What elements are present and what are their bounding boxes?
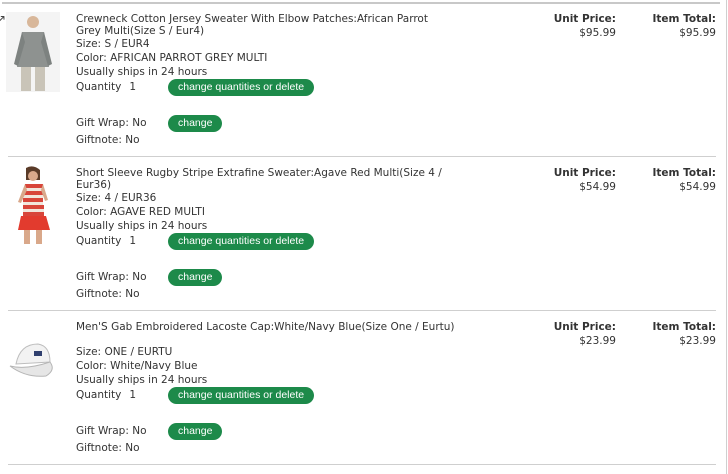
quantity-value: 1 (129, 235, 137, 247)
gift-wrap-label: Gift Wrap: (76, 271, 129, 283)
cart-item: Men'S Gab Embroidered Lacoste Cap:White/… (0, 312, 726, 466)
size-label: Size: (76, 346, 102, 358)
size-value: 4 / EUR36 (104, 192, 157, 204)
shipping-text: Usually ships in 24 hours (76, 374, 208, 386)
shipping-text: Usually ships in 24 hours (76, 66, 208, 78)
change-quantities-button[interactable]: change quantities or delete (168, 79, 315, 96)
change-gift-wrap-button[interactable]: change (168, 423, 223, 440)
item-total-header: Item Total: (652, 167, 716, 179)
unit-price-value: $95.99 (579, 27, 616, 39)
item-total-header: Item Total: (652, 13, 716, 25)
size-line: Size: S / EUR4 (76, 38, 150, 51)
quantity-value: 1 (129, 81, 137, 93)
item-divider (8, 156, 716, 157)
change-gift-wrap-button[interactable]: change (168, 269, 223, 286)
item-divider (8, 464, 716, 465)
giftnote-value: No (125, 288, 140, 300)
item-divider (8, 310, 716, 311)
unit-price-value: $23.99 (579, 335, 616, 347)
giftnote-line: Giftnote: No (76, 134, 140, 147)
item-total-value: $95.99 (679, 27, 716, 39)
size-label: Size: (76, 192, 102, 204)
quantity-label: Quantity (76, 81, 122, 93)
color-label: Color: (76, 52, 107, 64)
color-label: Color: (76, 206, 107, 218)
quantity-label: Quantity (76, 235, 122, 247)
item-total-value: $54.99 (679, 181, 716, 193)
giftnote-value: No (125, 442, 140, 454)
giftnote-label: Giftnote: (76, 288, 122, 300)
color-value: White/Navy Blue (110, 360, 198, 372)
product-image[interactable] (6, 166, 60, 246)
item-total-value: $23.99 (679, 335, 716, 347)
quantity-line: Quantity 1 (76, 389, 136, 402)
quantity-line: Quantity 1 (76, 235, 136, 248)
color-value: AFRICAN PARROT GREY MULTI (110, 52, 268, 64)
size-label: Size: (76, 38, 102, 50)
giftnote-label: Giftnote: (76, 442, 122, 454)
striped-sweater-image (6, 166, 60, 246)
change-quantities-button[interactable]: change quantities or delete (168, 387, 315, 404)
size-value: ONE / EURTU (104, 346, 173, 358)
color-label: Color: (76, 360, 107, 372)
gift-wrap-label: Gift Wrap: (76, 117, 129, 129)
size-line: Size: 4 / EUR36 (76, 192, 156, 205)
unit-price-value: $54.99 (579, 181, 616, 193)
product-title[interactable]: Men'S Gab Embroidered Lacoste Cap:White/… (76, 321, 456, 333)
gift-wrap-line: Gift Wrap: No (76, 425, 147, 438)
gift-wrap-line: Gift Wrap: No (76, 117, 147, 130)
quantity-line: Quantity 1 (76, 81, 136, 94)
size-value: S / EUR4 (104, 38, 150, 50)
gift-wrap-value: No (132, 425, 147, 437)
quantity-label: Quantity (76, 389, 122, 401)
quantity-value: 1 (129, 389, 137, 401)
color-line: Color: AFRICAN PARROT GREY MULTI (76, 52, 267, 65)
color-value: AGAVE RED MULTI (110, 206, 205, 218)
cart-items-panel: ↗ Crewneck Cotton Jersey Sweater With El… (0, 0, 727, 474)
item-total-header: Item Total: (652, 321, 716, 333)
gift-wrap-value: No (132, 271, 147, 283)
product-title[interactable]: Crewneck Cotton Jersey Sweater With Elbo… (76, 13, 456, 37)
giftnote-label: Giftnote: (76, 134, 122, 146)
giftnote-value: No (125, 134, 140, 146)
unit-price-header: Unit Price: (553, 13, 616, 25)
color-line: Color: White/Navy Blue (76, 360, 197, 373)
gift-wrap-value: No (132, 117, 147, 129)
product-image[interactable] (6, 12, 60, 92)
change-quantities-button[interactable]: change quantities or delete (168, 233, 315, 250)
unit-price-header: Unit Price: (553, 321, 616, 333)
cart-item: Crewneck Cotton Jersey Sweater With Elbo… (0, 4, 726, 158)
cart-item: Short Sleeve Rugby Stripe Extrafine Swea… (0, 158, 726, 312)
unit-price-header: Unit Price: (553, 167, 616, 179)
change-gift-wrap-button[interactable]: change (168, 115, 223, 132)
white-cap-image (6, 320, 60, 400)
size-line: Size: ONE / EURTU (76, 346, 172, 359)
giftnote-line: Giftnote: No (76, 288, 140, 301)
product-title[interactable]: Short Sleeve Rugby Stripe Extrafine Swea… (76, 167, 456, 191)
shipping-text: Usually ships in 24 hours (76, 220, 208, 232)
product-image[interactable] (6, 320, 60, 400)
color-line: Color: AGAVE RED MULTI (76, 206, 205, 219)
giftnote-line: Giftnote: No (76, 442, 140, 455)
gift-wrap-label: Gift Wrap: (76, 425, 129, 437)
gift-wrap-line: Gift Wrap: No (76, 271, 147, 284)
grey-sweater-image (6, 12, 60, 92)
